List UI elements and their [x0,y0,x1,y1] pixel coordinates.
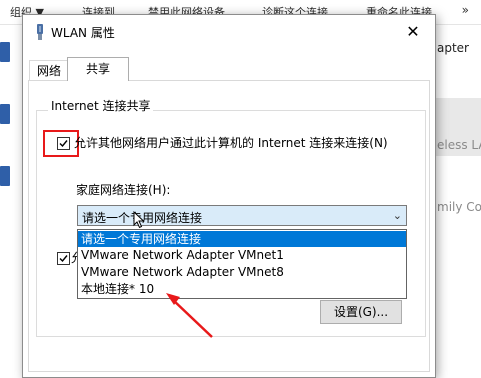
mouse-cursor-icon [133,211,145,229]
chevron-down-icon[interactable]: ⌄ [393,209,402,222]
dropdown-option[interactable]: VMware Network Adapter VMnet1 [78,247,406,263]
close-icon: ✕ [406,21,420,41]
wlan-adapter-icon [37,24,43,40]
home-network-label: 家庭网络连接(H): [76,183,171,197]
dropdown-option[interactable]: 请选一个专用网络连接 [78,231,406,247]
tab-network[interactable]: 网络 [29,60,69,81]
allow-control-checkbox[interactable] [57,252,70,265]
tab-sharing[interactable]: 共享 [67,57,129,81]
adapter-snippet: apter [437,41,469,55]
network-adapter-icon [0,166,10,186]
more-chevron-icon[interactable]: » [462,3,469,17]
checkmark-icon [59,255,68,263]
ics-group-title: Internet 连接共享 [48,97,154,114]
dropdown-option[interactable]: 本地连接* 10 [78,281,406,297]
close-button[interactable]: ✕ [391,15,435,47]
network-adapter-icon [0,104,10,124]
settings-button[interactable]: 设置(G)... [320,300,402,324]
network-adapter-icon [0,42,10,62]
allow-sharing-label[interactable]: 允许其他网络用户通过此计算机的 Internet 连接来连接(N) [74,134,388,151]
adapter-snippet: mily Co [437,200,481,214]
dialog-title: WLAN 属性 [51,26,115,40]
dialog-titlebar[interactable]: WLAN 属性 ✕ [23,15,435,49]
home-network-dropdown-list: 请选一个专用网络连接 VMware Network Adapter VMnet1… [77,229,407,299]
adapter-snippet: eless LA [437,138,481,152]
dropdown-option[interactable]: VMware Network Adapter VMnet8 [78,264,406,280]
home-network-select[interactable]: 请选一个专用网络连接 ⌄ [77,205,407,226]
